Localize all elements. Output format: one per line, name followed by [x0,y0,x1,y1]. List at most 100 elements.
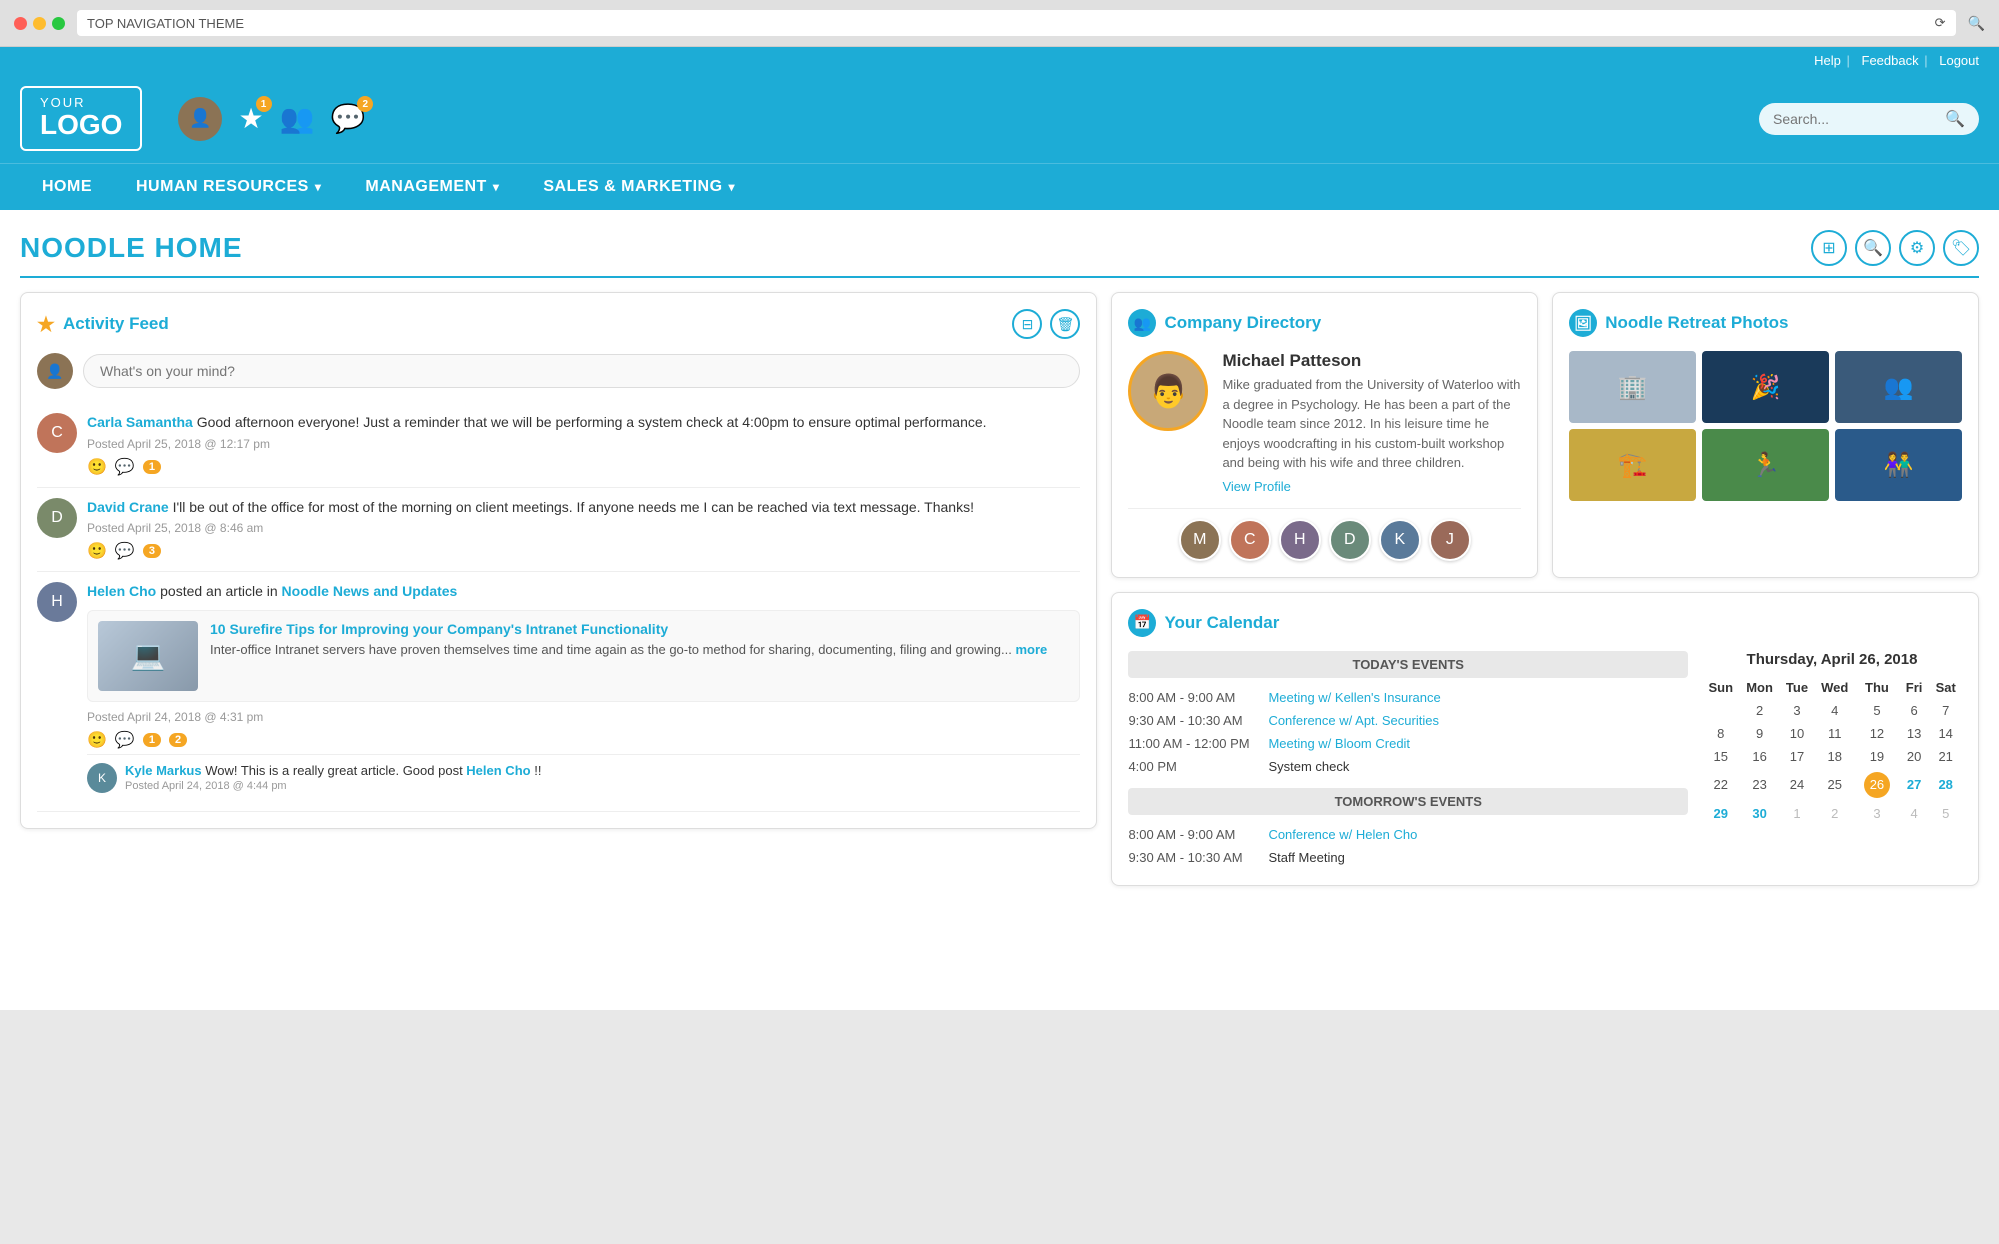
cal-day[interactable]: 11 [1814,722,1855,745]
cal-day-30[interactable]: 30 [1740,802,1780,825]
cal-day[interactable]: 18 [1814,745,1855,768]
cal-day[interactable]: 16 [1740,745,1780,768]
cal-day-28[interactable]: 28 [1929,768,1962,802]
search-input[interactable] [1773,111,1939,127]
nav-item-management[interactable]: MANAGEMENT ▾ [343,164,521,210]
posted-in-link[interactable]: Noodle News and Updates [282,583,458,599]
article-title[interactable]: 10 Surefire Tips for Improving your Comp… [210,621,1047,637]
delete-button[interactable]: 🗑 [1050,309,1080,339]
cal-day[interactable]: 3 [1780,699,1815,722]
article-more-link[interactable]: more [1015,642,1047,657]
event-link-1[interactable]: Meeting w/ Kellen's Insurance [1268,690,1440,705]
name-carla[interactable]: Carla Samantha [87,414,193,430]
cal-day-today[interactable]: 26 [1855,768,1899,802]
cal-day-27[interactable]: 27 [1899,768,1930,802]
like-button-helen[interactable]: 🙂 [87,730,107,750]
people-icon-wrap[interactable]: 👥 [280,102,315,135]
comment-button-helen[interactable]: 💬 [115,730,135,750]
user-avatar-header[interactable]: 👤 [178,97,222,141]
event-link-t1[interactable]: Conference w/ Helen Cho [1268,827,1417,842]
comment-button-david[interactable]: 💬 [115,541,135,561]
star-icon-wrap[interactable]: ★ 1 [238,102,263,135]
dir-avatar-2[interactable]: C [1229,519,1271,561]
settings-button[interactable]: ⚙ [1899,230,1935,266]
nav-item-hr[interactable]: HUMAN RESOURCES ▾ [114,164,343,210]
help-link[interactable]: Help [1814,53,1841,68]
like-button-david[interactable]: 🙂 [87,541,107,561]
cal-day[interactable]: 12 [1855,722,1899,745]
photo-5[interactable]: 🏃 [1702,429,1829,501]
add-content-button[interactable]: ⊞ [1811,230,1847,266]
cal-day[interactable]: 13 [1899,722,1930,745]
minimize-dot[interactable] [33,17,46,30]
photo-2[interactable]: 🎉 [1702,351,1829,423]
cal-day[interactable]: 10 [1780,722,1815,745]
name-helen[interactable]: Helen Cho [87,583,156,599]
search-page-button[interactable]: 🔍 [1855,230,1891,266]
cal-day[interactable]: 6 [1899,699,1930,722]
cal-day[interactable]: 9 [1740,722,1780,745]
tag-button[interactable]: 🏷 [1943,230,1979,266]
photo-6[interactable]: 👫 [1835,429,1962,501]
cal-day-next-4[interactable]: 4 [1899,802,1930,825]
photo-3[interactable]: 👥 [1835,351,1962,423]
comment-suffix: !! [534,763,541,778]
cal-day-next-5[interactable]: 5 [1929,802,1962,825]
feedback-link[interactable]: Feedback [1862,53,1919,68]
event-link-2[interactable]: Conference w/ Apt. Securities [1268,713,1439,728]
cal-day[interactable]: 19 [1855,745,1899,768]
cal-day[interactable]: 17 [1780,745,1815,768]
cal-day-29[interactable]: 29 [1702,802,1740,825]
cal-day-next-1[interactable]: 1 [1780,802,1815,825]
post-input[interactable] [83,354,1080,388]
event-link-3[interactable]: Meeting w/ Bloom Credit [1268,736,1410,751]
cal-day[interactable]: 14 [1929,722,1962,745]
meta-helen: Posted April 24, 2018 @ 4:31 pm [87,710,1080,724]
cal-day[interactable]: 4 [1814,699,1855,722]
url-text: TOP NAVIGATION THEME [87,16,244,31]
dir-avatar-5[interactable]: K [1379,519,1421,561]
photo-1[interactable]: 🏢 [1569,351,1696,423]
cal-day-next-3[interactable]: 3 [1855,802,1899,825]
commenter-name[interactable]: Kyle Markus [125,763,202,778]
logo[interactable]: YOUR LOGO [20,86,142,151]
dir-avatar-6[interactable]: J [1429,519,1471,561]
browser-search-icon[interactable]: 🔍 [1968,15,1985,32]
search-box[interactable]: 🔍 [1759,103,1979,135]
dir-avatar-4[interactable]: D [1329,519,1371,561]
dir-avatar-1[interactable]: M [1179,519,1221,561]
nav-item-home[interactable]: HOME [20,164,114,210]
cal-day[interactable]: 7 [1929,699,1962,722]
nav-item-sales[interactable]: SALES & MARKETING ▾ [521,164,757,210]
avatar-carla: C [37,413,77,453]
event-row-3: 11:00 AM - 12:00 PM Meeting w/ Bloom Cre… [1128,732,1688,755]
name-david[interactable]: David Crane [87,499,169,515]
cal-day[interactable]: 24 [1780,768,1815,802]
cal-day[interactable]: 8 [1702,722,1740,745]
maximize-dot[interactable] [52,17,65,30]
chat-icon-wrap[interactable]: 💬 2 [330,102,365,135]
cal-day[interactable]: 23 [1740,768,1780,802]
like-button-carla[interactable]: 🙂 [87,457,107,477]
cal-day[interactable]: 20 [1899,745,1930,768]
close-dot[interactable] [14,17,27,30]
photo-4[interactable]: 🏗️ [1569,429,1696,501]
cal-day[interactable] [1702,699,1740,722]
cal-day[interactable]: 15 [1702,745,1740,768]
cal-day[interactable]: 25 [1814,768,1855,802]
logout-link[interactable]: Logout [1939,53,1979,68]
refresh-icon[interactable]: ⟳ [1935,15,1946,31]
page-tools: ⊞ 🔍 ⚙ 🏷 [1811,230,1979,266]
dir-avatar-3[interactable]: H [1279,519,1321,561]
url-bar[interactable]: TOP NAVIGATION THEME ⟳ [77,10,1956,36]
filter-button[interactable]: ⊟ [1012,309,1042,339]
cal-day-next-2[interactable]: 2 [1814,802,1855,825]
view-profile-link[interactable]: View Profile [1222,479,1521,494]
cal-day[interactable]: 22 [1702,768,1740,802]
event-time-t2: 9:30 AM - 10:30 AM [1128,850,1258,865]
cal-day[interactable]: 21 [1929,745,1962,768]
cal-day[interactable]: 5 [1855,699,1899,722]
comment-mention[interactable]: Helen Cho [466,763,530,778]
comment-button-carla[interactable]: 💬 [115,457,135,477]
cal-day[interactable]: 2 [1740,699,1780,722]
